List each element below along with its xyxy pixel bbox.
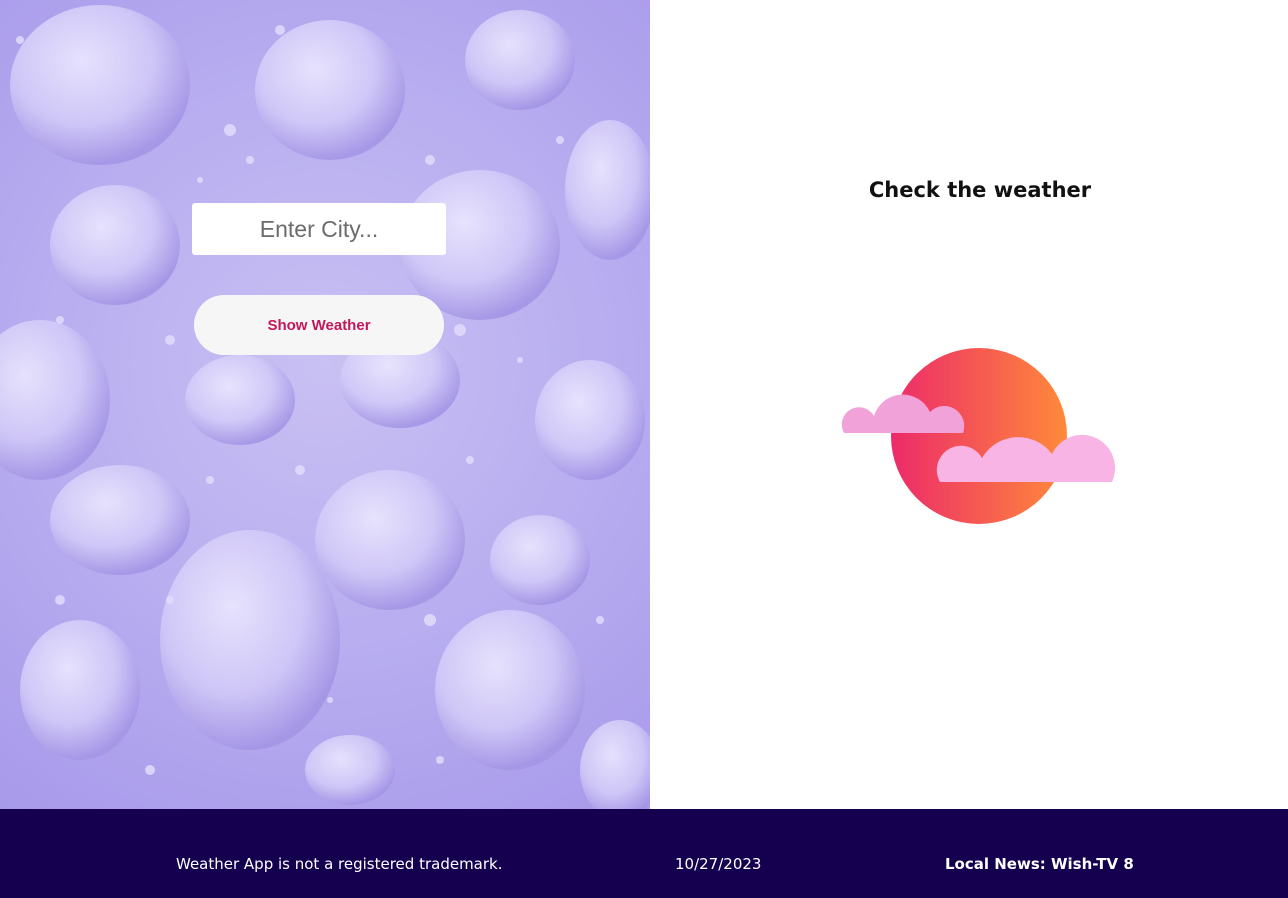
sun-with-clouds-icon	[841, 348, 1116, 524]
water-drops-icon	[0, 5, 650, 809]
footer: Weather App is not a registered trademar…	[0, 809, 1288, 898]
show-weather-button[interactable]: Show Weather	[194, 295, 444, 355]
page-title: Check the weather	[868, 178, 1092, 202]
footer-disclaimer: Weather App is not a registered trademar…	[176, 855, 503, 873]
footer-date: 10/27/2023	[675, 855, 762, 873]
water-drops-background: Show Weather	[0, 0, 650, 809]
local-news-link[interactable]: Local News: Wish-TV 8	[945, 855, 1134, 873]
city-search-input[interactable]	[192, 203, 446, 255]
weather-display-panel: Check the weather	[650, 0, 1288, 809]
